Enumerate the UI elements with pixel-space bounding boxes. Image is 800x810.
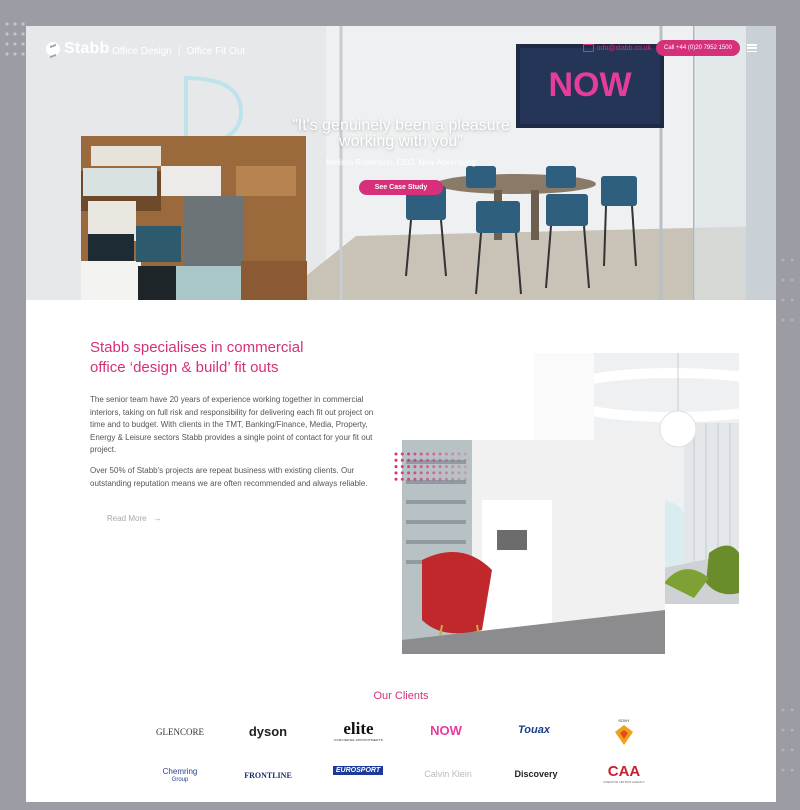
client-logo-elite: elite CONCIERGE APPOINTMENTS	[326, 719, 391, 743]
about-heading: Stabb specialises in commercial office ‘…	[90, 338, 380, 378]
website-page: NOW Stabb Office Design | Office Fit Out…	[26, 26, 776, 802]
tagline-office-design: Office Design	[112, 46, 172, 57]
client-logo-glencore: GLENCORE	[156, 727, 204, 737]
elite-subtext: CONCIERGE APPOINTMENTS	[333, 738, 384, 742]
client-logo-now: NOW	[430, 723, 462, 738]
top-navigation: Stabb Office Design | Office Fit Out inf…	[26, 26, 776, 76]
mail-icon	[583, 44, 594, 52]
client-logo-touax: Touax	[518, 724, 550, 736]
chemring-line-1: Chemring	[162, 767, 198, 776]
elite-wordmark: elite	[343, 719, 374, 738]
caa-subtext: CREATIVE ARTISTS AGENCY	[603, 780, 645, 784]
eurosport-wordmark: EUROSPORT	[332, 766, 384, 775]
sony-wordmark: SONY	[618, 718, 630, 723]
menu-icon[interactable]	[747, 44, 757, 52]
read-more-link[interactable]: Read More →	[107, 513, 162, 523]
logo-icon	[46, 42, 60, 56]
about-paragraph-1: The senior team have 20 years of experie…	[90, 395, 374, 454]
client-logo-eurosport: EUROSPORT	[328, 766, 388, 775]
quote-author: Melissa Robertson, CEO, Now Advertising	[326, 158, 476, 167]
call-button[interactable]: Call +44 (0)20 7952 1500	[656, 40, 740, 56]
about-heading-line-2: office ‘design & build’ fit outs	[90, 359, 279, 376]
email-text: info@stabb.co.uk	[597, 44, 652, 52]
background-dots-left	[5, 22, 25, 56]
caa-wordmark: CAA	[607, 763, 641, 780]
playstation-emblem	[615, 725, 633, 745]
quote-line-1: "It's genuinely been a pleasure	[292, 117, 510, 134]
client-logo-frontline: FRONTLINE	[244, 771, 292, 780]
hero-section: NOW Stabb Office Design | Office Fit Out…	[26, 26, 776, 300]
site-tagline: Office Design | Office Fit Out	[112, 46, 245, 57]
client-logo-calvin-klein: Calvin Klein	[424, 769, 472, 779]
email-link[interactable]: info@stabb.co.uk	[583, 44, 651, 52]
logo-text: Stabb	[64, 40, 110, 57]
arrow-right-icon: →	[152, 513, 162, 523]
stabb-logo[interactable]: Stabb	[46, 40, 109, 58]
tagline-office-fit-out: Office Fit Out	[186, 46, 246, 57]
client-logo-chemring: Chemring Group	[150, 767, 210, 785]
about-heading-line-1: Stabb specialises in commercial	[90, 339, 304, 356]
read-more-label: Read More	[107, 513, 147, 523]
clients-heading: Our Clients	[373, 690, 429, 702]
background-dots-right	[781, 258, 794, 772]
tagline-separator: |	[177, 46, 181, 57]
chemring-line-2: Group	[171, 777, 189, 783]
decorative-dot-grid	[394, 452, 467, 481]
client-logo-sony: SONY	[596, 718, 652, 746]
client-logo-discovery: Discovery	[514, 769, 558, 779]
client-logo-caa: CAA CREATIVE ARTISTS AGENCY	[596, 763, 652, 785]
testimonial-quote: "It's genuinely been a pleasure working …	[226, 118, 576, 150]
quote-line-2: working with you"	[339, 133, 463, 150]
client-logo-dyson: dyson	[248, 724, 288, 739]
about-paragraph-2: Over 50% of Stabb's projects are repeat …	[90, 466, 368, 488]
see-case-study-button[interactable]: See Case Study	[359, 180, 443, 195]
